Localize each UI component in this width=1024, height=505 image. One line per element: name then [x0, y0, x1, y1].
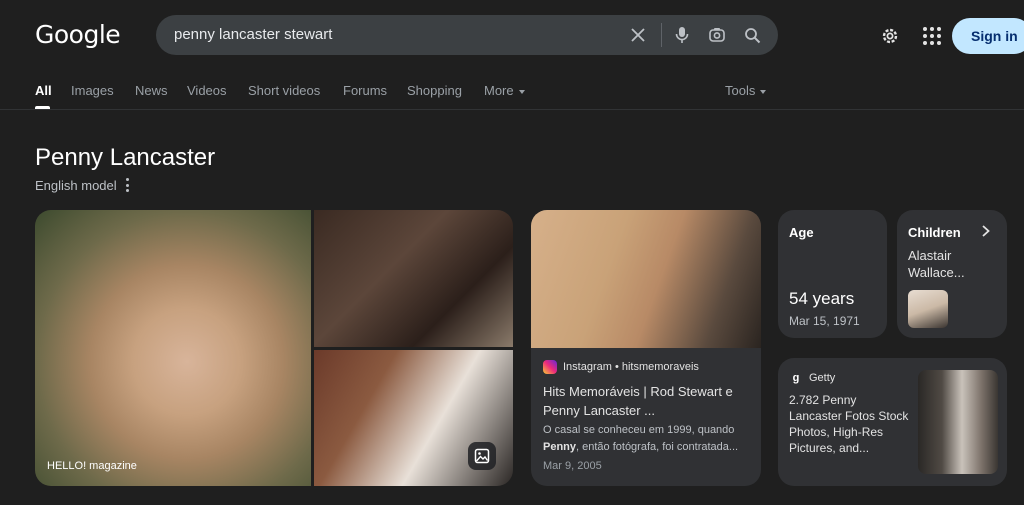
more-options-icon[interactable]	[124, 178, 130, 192]
instagram-title[interactable]: Hits Memoráveis | Rod Stewart e Penny La…	[543, 382, 749, 420]
instagram-date: Mar 9, 2005	[543, 460, 602, 472]
search-tabs: All Images News Videos Short videos Foru…	[0, 72, 1024, 110]
tools-button[interactable]: Tools	[725, 83, 767, 98]
instagram-result-card[interactable]: Instagram • hitsmemoraveis Hits Memoráve…	[531, 210, 761, 486]
tab-shopping[interactable]: Shopping	[407, 83, 462, 98]
google-logo[interactable]: Google	[35, 20, 121, 49]
instagram-snippet: O casal se conheceu em 1999, quando Penny…	[543, 422, 753, 456]
snippet-text: O casal se conheceu em 1999, quando	[543, 424, 735, 436]
getty-title[interactable]: 2.782 Penny Lancaster Fotos Stock Photos…	[789, 392, 909, 456]
tab-videos[interactable]: Videos	[187, 83, 227, 98]
snippet-text: , então fotógrafa, foi contratada...	[576, 441, 739, 453]
knowledge-panel-title: Penny Lancaster	[35, 144, 216, 171]
tab-images[interactable]: Images	[71, 83, 114, 98]
top-bar: Google penny lancaster stewart Sign in	[0, 0, 1024, 72]
children-label: Children	[908, 225, 961, 240]
photo-top-right[interactable]	[314, 210, 513, 347]
instagram-source-label: Instagram • hitsmemoraveis	[563, 361, 699, 373]
microphone-icon[interactable]	[670, 23, 694, 47]
getty-source-label: Getty	[809, 372, 836, 384]
tab-more-label: More	[484, 83, 514, 98]
sign-in-button[interactable]: Sign in	[952, 18, 1024, 54]
child-name[interactable]: Alastair Wallace...	[908, 247, 998, 281]
getty-icon: g	[792, 372, 800, 384]
active-tab-indicator	[35, 106, 50, 109]
getty-source: g Getty	[789, 371, 836, 385]
chevron-right-icon[interactable]	[981, 224, 991, 240]
tab-short-videos[interactable]: Short videos	[248, 83, 320, 98]
tab-forums[interactable]: Forums	[343, 83, 387, 98]
age-value: 54 years	[789, 289, 855, 308]
tools-label: Tools	[725, 83, 756, 98]
search-box[interactable]: penny lancaster stewart	[156, 15, 778, 55]
instagram-icon	[543, 360, 557, 374]
search-divider	[661, 23, 662, 47]
getty-result-card[interactable]: g Getty 2.782 Penny Lancaster Fotos Stoc…	[778, 358, 1007, 486]
lens-icon[interactable]	[705, 23, 729, 47]
main-photo[interactable]	[35, 210, 311, 486]
age-card[interactable]: Age 54 years Mar 15, 1971	[778, 210, 887, 338]
birth-date: Mar 15, 1971	[789, 314, 860, 328]
snippet-highlight: Penny	[543, 441, 577, 453]
image-gallery-icon[interactable]	[468, 442, 496, 470]
tab-news[interactable]: News	[135, 83, 168, 98]
search-icon[interactable]	[740, 23, 764, 47]
tab-more[interactable]: More	[484, 83, 525, 98]
age-label: Age	[789, 225, 814, 240]
knowledge-panel-subtitle: English model	[35, 178, 117, 193]
children-card[interactable]: Children Alastair Wallace...	[897, 210, 1007, 338]
caret-down-icon	[760, 89, 767, 94]
instagram-source: Instagram • hitsmemoraveis	[543, 360, 699, 374]
apps-grid-icon[interactable]	[920, 24, 944, 48]
caret-down-icon	[518, 89, 525, 94]
photo-caption: HELLO! magazine	[47, 460, 137, 472]
settings-gear-icon[interactable]	[878, 24, 902, 48]
child-thumbnail[interactable]	[908, 290, 948, 328]
instagram-thumbnail	[531, 210, 761, 348]
search-input[interactable]: penny lancaster stewart	[174, 26, 332, 43]
getty-thumbnail	[918, 370, 998, 474]
tab-all[interactable]: All	[35, 83, 52, 98]
clear-icon[interactable]	[626, 23, 650, 47]
